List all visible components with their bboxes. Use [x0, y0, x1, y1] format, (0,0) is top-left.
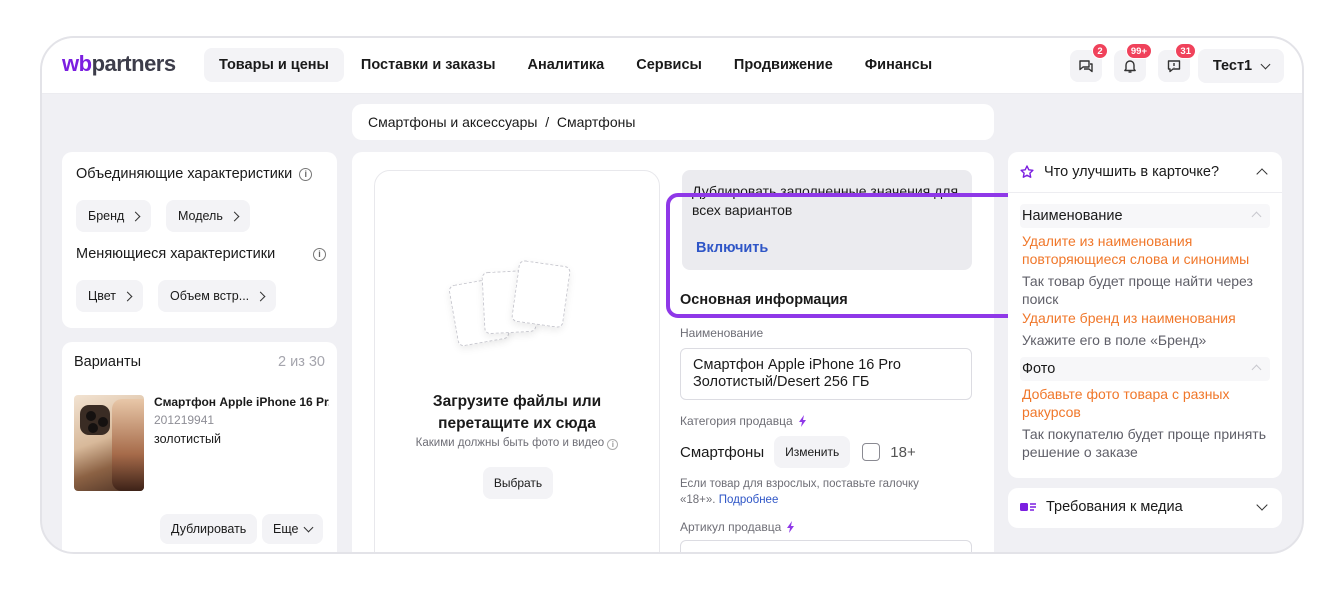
chat-badge: 2 [1092, 43, 1108, 59]
notifications-button[interactable]: 99+ [1114, 43, 1152, 82]
chevron-down-icon [1256, 499, 1268, 511]
info-icon: i [607, 439, 619, 450]
chip-storage[interactable]: Объем встр... [158, 280, 277, 312]
support-badge: 31 [1175, 43, 1196, 59]
improve-card-panel: Что улучшить в карточке? Наименование Уд… [1008, 152, 1282, 478]
media-icon [1020, 503, 1036, 511]
improve-name-section[interactable]: Наименование [1020, 204, 1270, 228]
improve-photo-section[interactable]: Фото [1020, 357, 1270, 381]
media-requirements-card[interactable]: Требования к медиа [1008, 488, 1282, 528]
main-nav: Товары и цены Поставки и заказы Аналитик… [204, 48, 947, 82]
variants-count: 2 из 30 [278, 354, 325, 370]
enable-duplicate-link[interactable]: Включить [696, 240, 768, 256]
more-button[interactable]: Еще [262, 514, 324, 544]
chevron-right-icon [229, 211, 240, 221]
product-form-card: Загрузите файлы или перетащите их сюда К… [352, 152, 994, 552]
duplicate-button[interactable]: Дублировать [160, 514, 258, 544]
support-button[interactable]: 31 [1158, 43, 1196, 82]
top-bar: wbpartners Товары и цены Поставки и зака… [42, 38, 1302, 94]
wb-partners-logo[interactable]: wbpartners [62, 51, 176, 77]
tip-remove-duplicates[interactable]: Удалите из наименования повторяющиеся сл… [1022, 232, 1272, 268]
user-menu-button[interactable]: Тест1 [1198, 49, 1284, 83]
variant-sku: 201219941 [154, 413, 215, 427]
category-row: Смартфоны Изменить 18+ [680, 436, 916, 468]
adult-label: 18+ [890, 443, 916, 461]
app-window: wbpartners Товары и цены Поставки и зака… [40, 36, 1304, 554]
tip-add-photos[interactable]: Добавьте фото товара с разных ракурсов [1022, 385, 1272, 421]
breadcrumb[interactable]: Смартфоны и аксессуары / Смартфоны [352, 104, 994, 140]
adult-checkbox[interactable] [862, 443, 881, 461]
adult-hint: Если товар для взрослых, поставьте галоч… [680, 478, 919, 506]
nav-products-prices[interactable]: Товары и цены [204, 48, 344, 82]
upload-requirements-link[interactable]: Какими должны быть фото и видео i [375, 437, 659, 450]
chevron-down-icon [303, 522, 314, 532]
chevron-right-icon [255, 291, 266, 301]
chip-color[interactable]: Цвет [76, 280, 144, 312]
variants-title: Варианты [74, 354, 142, 370]
notifications-badge: 99+ [1125, 43, 1152, 59]
info-icon[interactable]: i [313, 247, 326, 261]
chat-icon [1079, 60, 1093, 73]
media-upload-zone[interactable]: Загрузите файлы или перетащите их сюда К… [374, 170, 660, 552]
main-info-title: Основная информация [680, 292, 848, 308]
support-chat-icon [1167, 60, 1181, 73]
seller-sku-input[interactable] [680, 540, 972, 552]
merging-characteristics-title: Объединяющие характеристики i [76, 166, 313, 182]
chevron-down-icon [1260, 59, 1271, 69]
chat-button[interactable]: 2 [1070, 43, 1108, 82]
product-name-input[interactable]: Смартфон Apple iPhone 16 Pro Золотистый/… [680, 348, 972, 400]
variant-color: золотистый [154, 432, 222, 446]
photo-placeholder-icon [510, 259, 572, 329]
lightning-icon [798, 415, 806, 427]
chip-model[interactable]: Модель [166, 200, 250, 232]
bell-icon [1124, 60, 1136, 73]
choose-files-button[interactable]: Выбрать [483, 467, 553, 499]
chevron-up-icon [1251, 211, 1262, 222]
upload-title: Загрузите файлы или перетащите их сюда [432, 393, 602, 432]
star-icon [1020, 165, 1034, 178]
variant-thumbnail[interactable] [74, 395, 144, 491]
category-label: Категория продавца [680, 414, 808, 428]
tip-remove-brand[interactable]: Удалите бренд из наименования [1022, 309, 1272, 327]
variant-name[interactable]: Смартфон Apple iPhone 16 Pr... [154, 395, 329, 409]
tip-remove-brand-desc: Укажите его в поле «Бренд» [1022, 332, 1207, 348]
chevron-right-icon [130, 211, 141, 221]
chevron-up-icon [1251, 364, 1262, 375]
variants-card: Варианты 2 из 30 Смартфон Apple iPhone 1… [62, 342, 337, 552]
characteristics-card: Объединяющие характеристики i Бренд Моде… [62, 152, 337, 328]
nav-promotion[interactable]: Продвижение [719, 48, 848, 82]
chevron-up-icon[interactable] [1256, 168, 1268, 180]
more-info-link[interactable]: Подробнее [719, 494, 779, 506]
lightning-icon [787, 521, 795, 533]
nav-supplies-orders[interactable]: Поставки и заказы [346, 48, 511, 82]
category-value: Смартфоны [680, 443, 765, 461]
changing-characteristics-title: Меняющиеся характеристики i [76, 246, 326, 262]
user-name: Тест1 [1212, 58, 1253, 74]
tip-add-photos-desc: Так покупателю будет проще принять решен… [1022, 426, 1267, 460]
media-requirements-header: Требования к медиа [1020, 499, 1183, 515]
chip-brand[interactable]: Бренд [76, 200, 152, 232]
nav-services[interactable]: Сервисы [621, 48, 717, 82]
chevron-right-icon [122, 291, 133, 301]
tip-remove-duplicates-desc: Так товар будет проще найти через поиск [1022, 273, 1253, 307]
duplicate-values-text: Дублировать заполненные значения для все… [692, 183, 959, 218]
improve-header[interactable]: Что улучшить в карточке? [1020, 164, 1219, 180]
name-label: Наименование [680, 326, 764, 340]
seller-sku-label: Артикул продавца [680, 520, 796, 534]
info-icon[interactable]: i [299, 167, 313, 181]
nav-analytics[interactable]: Аналитика [512, 48, 619, 82]
nav-finance[interactable]: Финансы [850, 48, 947, 82]
duplicate-values-box: Дублировать заполненные значения для все… [682, 170, 972, 270]
change-category-button[interactable]: Изменить [774, 436, 851, 468]
